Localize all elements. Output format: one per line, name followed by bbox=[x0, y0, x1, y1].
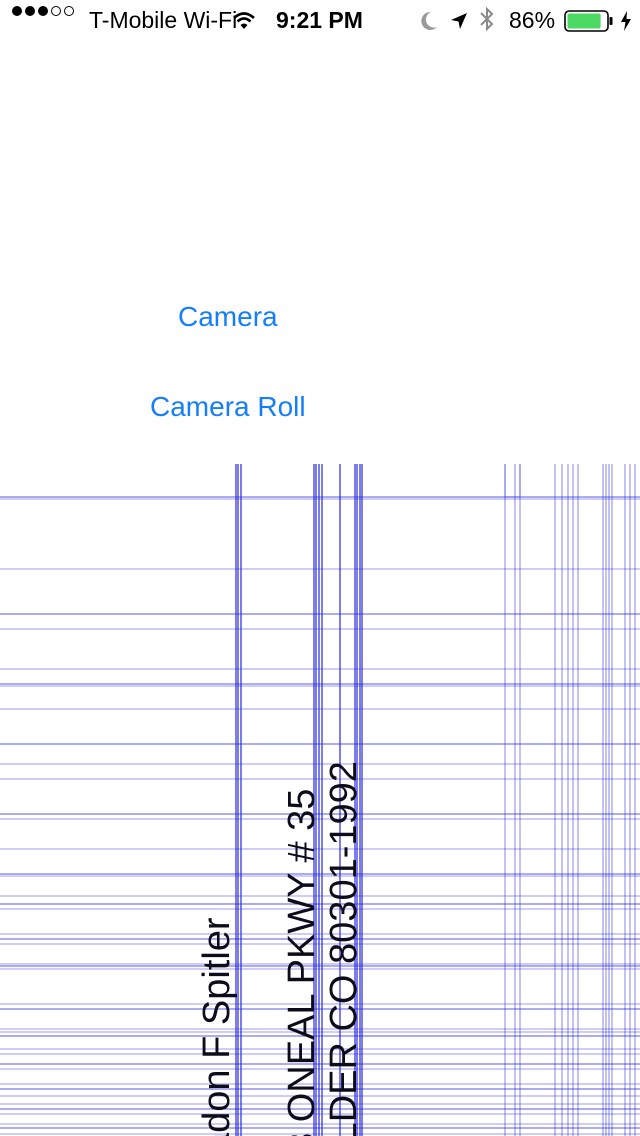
battery-percentage: 86% bbox=[509, 7, 556, 33]
carrier-name: T-Mobile Wi-Fi bbox=[89, 7, 238, 33]
scanned-text-line: 3 ONEAL PKWY # 35 bbox=[281, 788, 323, 1136]
signal-dot bbox=[25, 6, 35, 16]
camera-button[interactable]: Camera bbox=[178, 300, 278, 334]
scanned-text-line: adon F Spitler bbox=[196, 917, 238, 1136]
clock-time: 9:21 PM bbox=[276, 7, 363, 33]
moon-icon bbox=[420, 9, 438, 37]
scanned-text-line: ILDER CO 80301-1992 bbox=[323, 761, 365, 1136]
camera-roll-button[interactable]: Camera Roll bbox=[150, 390, 306, 424]
status-bar: T-Mobile Wi-Fi 9:21 PM 86% bbox=[0, 0, 640, 40]
signal-dot bbox=[12, 6, 22, 16]
charging-bolt-icon bbox=[620, 9, 632, 37]
bluetooth-icon bbox=[479, 6, 495, 38]
signal-dot bbox=[51, 6, 61, 16]
scanned-document-preview: adon F Spitler 3 ONEAL PKWY # 35 ILDER C… bbox=[0, 464, 640, 1136]
signal-dot bbox=[64, 6, 74, 16]
signal-dot bbox=[38, 6, 48, 16]
location-arrow-icon bbox=[449, 9, 469, 37]
signal-strength-indicator bbox=[12, 6, 77, 16]
wifi-icon bbox=[232, 9, 256, 37]
battery-icon bbox=[564, 10, 614, 38]
